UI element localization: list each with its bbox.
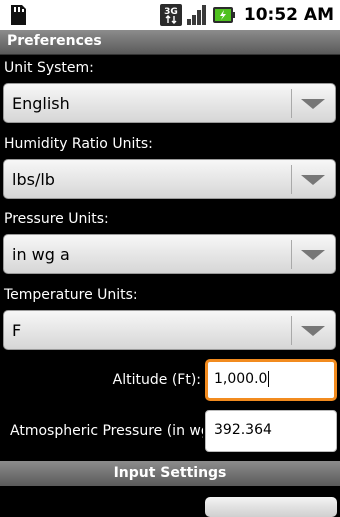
page-title: Preferences xyxy=(7,33,102,49)
humidity-ratio-value: lbs/lb xyxy=(12,170,55,189)
temperature-units-label: Temperature Units: xyxy=(4,287,138,303)
dropdown-arrow-icon xyxy=(301,326,325,336)
spinner-divider xyxy=(291,165,292,194)
title-bar: Preferences xyxy=(0,30,340,55)
spinner-divider xyxy=(291,316,292,345)
partial-button[interactable] xyxy=(205,497,337,517)
temperature-units-spinner[interactable]: F xyxy=(3,310,336,350)
humidity-ratio-spinner[interactable]: lbs/lb xyxy=(3,159,336,199)
battery-charging-icon xyxy=(212,7,235,23)
altitude-input[interactable]: 1,000.0 xyxy=(205,359,337,401)
atmospheric-pressure-input[interactable]: 392.364 xyxy=(205,410,337,452)
dropdown-arrow-icon xyxy=(301,99,325,109)
temperature-units-value: F xyxy=(12,321,22,340)
network-3g-icon: 3G xyxy=(159,4,182,26)
atmospheric-pressure-label: Atmospheric Pressure (in wg xyxy=(10,423,203,439)
altitude-label: Altitude (Ft): xyxy=(112,372,201,388)
unit-system-value: English xyxy=(12,94,70,113)
network-3g-text: 3G xyxy=(164,7,178,17)
unit-system-label: Unit System: xyxy=(4,60,94,76)
text-cursor xyxy=(268,371,270,387)
pressure-units-value: in wg a xyxy=(12,245,70,264)
status-time: 10:52 AM xyxy=(243,5,334,25)
spinner-divider xyxy=(291,89,292,118)
spinner-divider xyxy=(291,240,292,269)
dropdown-arrow-icon xyxy=(301,175,325,185)
pressure-units-spinner[interactable]: in wg a xyxy=(3,234,336,274)
unit-system-spinner[interactable]: English xyxy=(3,83,336,123)
altitude-value: 1,000.0 xyxy=(214,371,268,387)
signal-bars-icon xyxy=(186,5,206,25)
section-header-input-settings: Input Settings xyxy=(0,461,340,486)
humidity-ratio-label: Humidity Ratio Units: xyxy=(4,136,153,152)
sd-card-icon xyxy=(11,5,26,25)
section-title: Input Settings xyxy=(113,465,227,481)
status-bar: 3G 10:52 AM xyxy=(0,0,340,30)
dropdown-arrow-icon xyxy=(301,250,325,260)
pressure-units-label: Pressure Units: xyxy=(4,211,109,227)
atmospheric-pressure-value: 392.364 xyxy=(214,422,272,438)
